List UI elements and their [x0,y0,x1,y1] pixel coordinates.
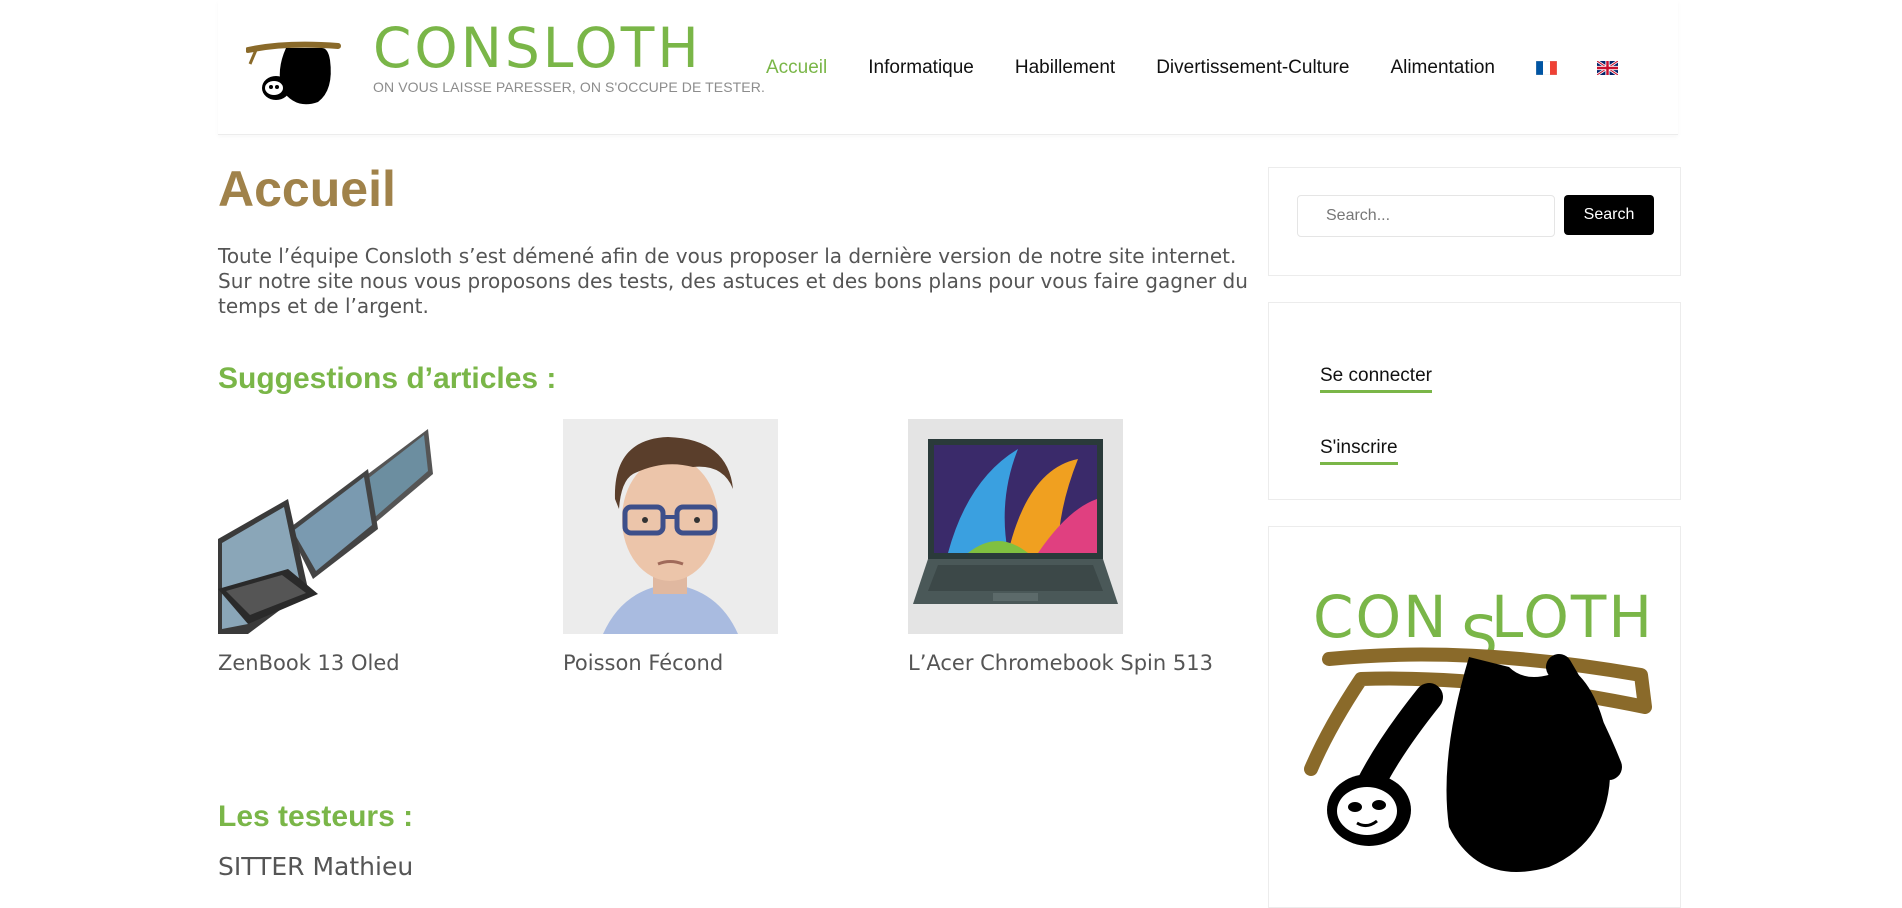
intro-line: Toute l’équipe Consloth s’est démené afi… [218,244,1237,268]
nav-item-informatique[interactable]: Informatique [868,57,974,79]
article-card[interactable]: L’Acer Chromebook Spin 513 [908,419,1213,675]
nav-item-habillement[interactable]: Habillement [1015,57,1115,79]
uk-flag-icon[interactable] [1596,59,1619,77]
article-thumbnail[interactable] [218,419,433,634]
logo-widget: CON S LOTH [1268,526,1681,908]
suggestions-title: Suggestions d’articles : [218,362,557,395]
intro-line: Sur notre site nous vous proposons des t… [218,269,1248,293]
site-logo[interactable]: CONSLOTH ON VOUS LAISSE PARESSER, ON S'O… [246,16,765,120]
intro-text: Toute l’équipe Consloth s’est démené afi… [218,244,1248,319]
article-card[interactable]: Poisson Fécond [563,419,823,675]
page-title: Accueil [218,161,396,217]
register-link[interactable]: S'inscrire [1320,437,1398,465]
search-input[interactable] [1297,195,1555,237]
article-thumbnail[interactable] [563,419,778,634]
testers-title: Les testeurs : [218,800,414,833]
login-link[interactable]: Se connecter [1320,365,1432,393]
tester-name: SITTER Mathieu [218,852,414,881]
article-suggestions: ZenBook 13 Oled Poisson Fécond L’Acer Ch… [218,419,1218,675]
main-nav: Accueil Informatique Habillement Diverti… [766,57,1658,79]
fr-flag-icon[interactable] [1535,60,1558,76]
article-card[interactable]: ZenBook 13 Oled [218,419,478,675]
article-title[interactable]: ZenBook 13 Oled [218,651,478,675]
site-header: CONSLOTH ON VOUS LAISSE PARESSER, ON S'O… [218,0,1678,135]
svg-text:LOTH: LOTH [1491,583,1654,651]
intro-line: temps et de l’argent. [218,294,429,318]
article-title[interactable]: Poisson Fécond [563,651,823,675]
nav-item-divertissement-culture[interactable]: Divertissement-Culture [1156,57,1349,79]
nav-item-accueil[interactable]: Accueil [766,57,827,79]
brand-name: CONSLOTH [373,16,702,80]
brand-tagline: ON VOUS LAISSE PARESSER, ON S'OCCUPE DE … [373,79,765,95]
article-title[interactable]: L’Acer Chromebook Spin 513 [908,651,1213,675]
article-thumbnail[interactable] [908,419,1123,634]
nav-item-alimentation[interactable]: Alimentation [1390,57,1495,79]
sloth-logo-icon [246,41,341,105]
search-widget: Search [1268,167,1681,276]
auth-widget: Se connecter S'inscrire [1268,302,1681,500]
svg-text:CON: CON [1313,583,1449,651]
search-button[interactable]: Search [1564,195,1654,235]
consloth-logo-image: CON S LOTH [1304,583,1654,872]
